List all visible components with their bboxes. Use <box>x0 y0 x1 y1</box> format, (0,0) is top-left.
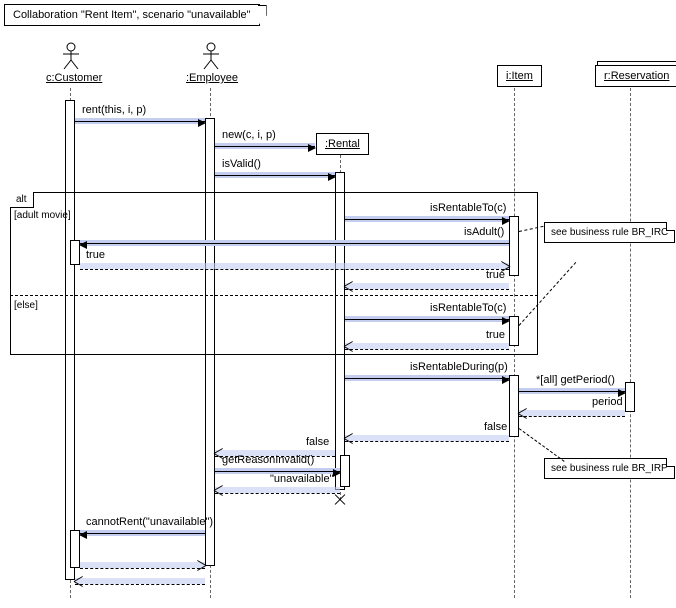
arrow-true1 <box>80 263 509 269</box>
msg-false1: false <box>484 421 507 433</box>
msg-getreason: getReasonInvalid() <box>222 454 314 466</box>
msg-cannotrent: cannotRent("unavailable") <box>86 516 213 528</box>
msg-true3: true <box>486 329 505 341</box>
activation-item-3 <box>509 375 519 437</box>
msg-isrentableto2: isRentableTo(c) <box>430 302 506 314</box>
employee-label: :Employee <box>186 72 236 84</box>
arrow-getperiod <box>519 388 625 394</box>
arrow-isrentableduring <box>345 375 509 381</box>
arrow-isvalid <box>215 172 335 178</box>
msg-isrentableduring: isRentableDuring(p) <box>410 361 508 373</box>
guard-adult: [adult movie] <box>14 210 71 221</box>
arrow-true3 <box>345 343 509 349</box>
arrow-unavailable <box>215 487 340 493</box>
guard-else: [else] <box>14 300 38 311</box>
msg-true1: true <box>86 249 105 261</box>
arrow-isadult <box>80 240 509 246</box>
msg-isvalid: isValid() <box>222 158 261 170</box>
alt-divider <box>10 295 538 296</box>
arrow-period <box>519 410 625 416</box>
msg-getperiod: *[all] getPeriod() <box>536 374 615 386</box>
diagram-title-text: Collaboration "Rent Item", scenario "una… <box>13 9 251 21</box>
object-reservation: r:Reservation <box>595 65 676 87</box>
arrow-false1 <box>345 435 509 441</box>
msg-period: period <box>592 396 623 408</box>
customer-label: c:Customer <box>46 72 96 84</box>
actor-employee: :Employee <box>186 42 236 84</box>
lifeline-reservation <box>630 88 631 598</box>
activation-rental-reason <box>340 455 350 487</box>
arrow-rent <box>75 118 205 124</box>
arrow-cannotrent <box>80 530 205 536</box>
object-item: i:Item <box>497 65 542 87</box>
diagram-title: Collaboration "Rent Item", scenario "una… <box>4 4 260 26</box>
activation-reservation <box>625 382 635 412</box>
destruction-rental <box>333 493 347 507</box>
person-icon <box>201 42 221 70</box>
arrow-rent-return <box>75 578 205 584</box>
object-rental: :Rental <box>316 133 369 155</box>
msg-isadult: isAdult() <box>464 226 504 238</box>
alt-label: alt <box>10 192 34 208</box>
msg-new: new(c, i, p) <box>222 129 276 141</box>
arrow-isrentableto1 <box>345 216 509 222</box>
actor-customer: c:Customer <box>46 42 96 84</box>
person-icon <box>61 42 81 70</box>
msg-isrentableto1: isRentableTo(c) <box>430 202 506 214</box>
note-line-irp <box>519 428 565 462</box>
arrow-new <box>215 143 315 149</box>
arrow-cannotrent-return <box>80 562 205 568</box>
msg-unavailable: "unavailable" <box>270 473 333 485</box>
msg-false2: false <box>306 436 329 448</box>
msg-true2: true <box>486 269 505 281</box>
note-br-irc: see business rule BR_IRC <box>544 222 675 243</box>
msg-rent: rent(this, i, p) <box>82 104 146 116</box>
arrow-true2 <box>345 283 509 289</box>
arrow-isrentableto2 <box>345 316 509 322</box>
